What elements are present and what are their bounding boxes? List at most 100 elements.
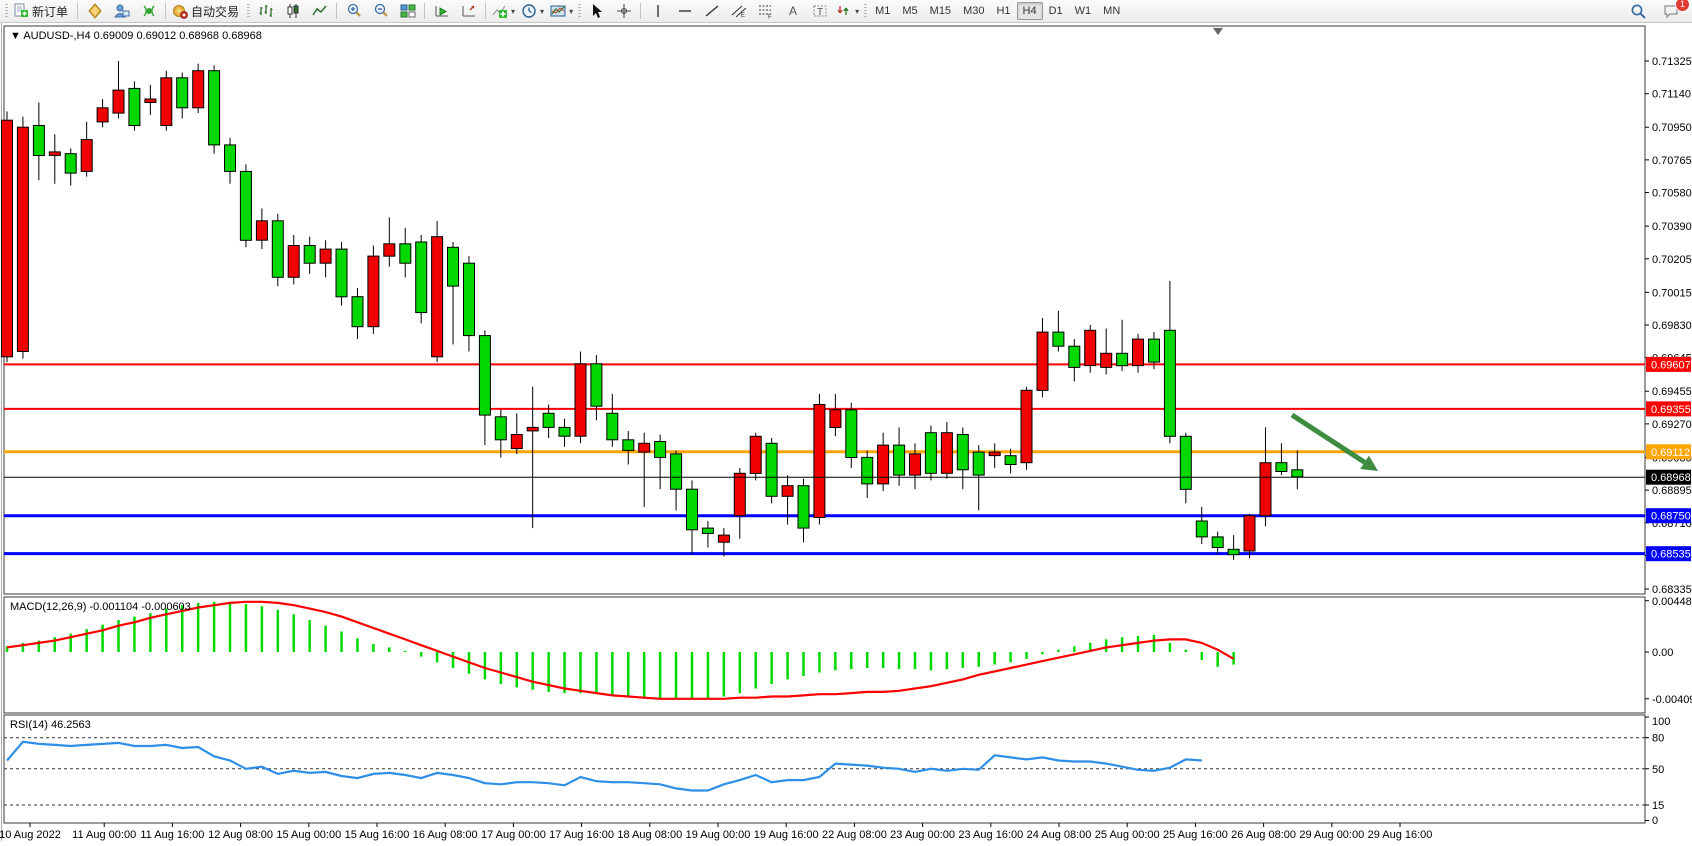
horizontal-line-icon xyxy=(677,3,693,19)
toolbar-separator xyxy=(77,3,78,19)
template-icon xyxy=(550,3,566,19)
data-window-button[interactable] xyxy=(135,1,162,22)
candlestick-mode-button[interactable] xyxy=(279,1,306,22)
notifications-button[interactable]: 1 xyxy=(1658,1,1685,22)
templates-button[interactable]: ▾ xyxy=(547,1,576,22)
vertical-line-tool-button[interactable] xyxy=(644,1,671,22)
time-tick-label: 10 Aug 2022 xyxy=(0,829,61,841)
fibonacci-tool-button[interactable]: F xyxy=(752,1,779,22)
chart-symbol-quote: ▼ AUDUSD-,H4 0.69009 0.69012 0.68968 0.6… xyxy=(10,30,262,42)
auto-scroll-button[interactable] xyxy=(428,1,455,22)
text-icon: A xyxy=(785,3,801,19)
cursor-tool-button[interactable] xyxy=(583,1,610,22)
svg-text:0.68968: 0.68968 xyxy=(1651,472,1691,484)
notification-badge: 1 xyxy=(1675,0,1690,12)
rsi-tick-label: 15 xyxy=(1652,800,1664,812)
timeframe-D1-button[interactable]: D1 xyxy=(1043,2,1069,20)
trendline-tool-button[interactable] xyxy=(698,1,725,22)
equidistant-channel-tool-button[interactable]: E xyxy=(725,1,752,22)
timeframe-M1-button[interactable]: M1 xyxy=(869,2,896,20)
timeframe-H4-button[interactable]: H4 xyxy=(1017,2,1043,20)
profiles-button[interactable] xyxy=(81,1,108,22)
timeframe-MN-button[interactable]: MN xyxy=(1097,2,1126,20)
rsi-tick-label: 80 xyxy=(1652,733,1664,745)
timeframe-M5-button[interactable]: M5 xyxy=(896,2,923,20)
crosshair-tool-button[interactable] xyxy=(610,1,637,22)
line-chart-mode-button[interactable] xyxy=(306,1,333,22)
horizontal-line-tool-button[interactable] xyxy=(671,1,698,22)
price-chart-canvas[interactable]: 0.713250.711400.709500.707650.705800.703… xyxy=(0,23,1692,846)
price-tick-label: 0.71325 xyxy=(1652,56,1692,68)
signal-icon xyxy=(141,3,157,19)
periods-dropdown-caret: ▾ xyxy=(540,7,544,16)
price-tick-label: 0.70205 xyxy=(1652,254,1692,266)
new-order-label: 新订单 xyxy=(32,3,68,20)
timeframe-W1-button[interactable]: W1 xyxy=(1069,2,1098,20)
zoom-in-button[interactable] xyxy=(340,1,367,22)
vertical-line-icon xyxy=(650,3,666,19)
market-watch-icon xyxy=(114,3,130,19)
price-tick-label: 0.68335 xyxy=(1652,584,1692,596)
time-tick-label: 26 Aug 08:00 xyxy=(1231,829,1296,841)
chart-window[interactable]: 0.713250.711400.709500.707650.705800.703… xyxy=(0,23,1692,846)
rsi-tick-label: 50 xyxy=(1652,764,1664,776)
toolbar-grip[interactable] xyxy=(247,4,250,18)
auto-trading-label: 自动交易 xyxy=(191,3,239,20)
zoom-in-icon xyxy=(346,3,362,19)
tile-windows-button[interactable] xyxy=(394,1,421,22)
time-tick-label: 15 Aug 16:00 xyxy=(345,829,410,841)
timeframe-M15-button[interactable]: M15 xyxy=(924,2,957,20)
timeframe-H1-button[interactable]: H1 xyxy=(990,2,1016,20)
svg-text:0.68750: 0.68750 xyxy=(1651,511,1691,523)
text-tool-button[interactable]: A xyxy=(779,1,806,22)
new-order-button[interactable]: 新订单 xyxy=(10,1,74,22)
svg-text:0.69355: 0.69355 xyxy=(1651,404,1691,416)
indicators-add-icon xyxy=(492,3,508,19)
price-tick-label: 0.70765 xyxy=(1652,155,1692,167)
time-tick-label: 19 Aug 00:00 xyxy=(686,829,751,841)
price-tick-label: 0.71140 xyxy=(1652,89,1691,101)
shapes-arrows-icon xyxy=(836,3,852,19)
svg-text:0.68535: 0.68535 xyxy=(1651,549,1691,561)
macd-tick-label: 0.004489 xyxy=(1652,596,1692,608)
toolbar-separator xyxy=(424,3,425,19)
svg-text:E: E xyxy=(741,13,745,19)
price-tick-label: 0.69830 xyxy=(1652,320,1692,332)
arrows-tool-button[interactable]: ▾ xyxy=(833,1,862,22)
toolbar-grip[interactable] xyxy=(578,4,581,18)
periods-button[interactable]: ▾ xyxy=(518,1,547,22)
auto-trading-button[interactable]: 自动交易 xyxy=(169,1,245,22)
time-tick-label: 11 Aug 00:00 xyxy=(72,829,136,841)
market-watch-button[interactable] xyxy=(108,1,135,22)
trendline-icon xyxy=(704,3,720,19)
indicators-button[interactable]: ▾ xyxy=(489,1,518,22)
toolbar-grip[interactable] xyxy=(5,4,8,18)
chart-shift-button[interactable] xyxy=(455,1,482,22)
svg-text:F: F xyxy=(768,15,772,20)
macd-tick-label: 0.00 xyxy=(1652,647,1673,659)
price-tick-label: 0.70950 xyxy=(1652,122,1692,134)
rsi-label: RSI(14) 46.2563 xyxy=(10,719,91,731)
timeframe-M30-button[interactable]: M30 xyxy=(957,2,990,20)
templates-dropdown-caret: ▾ xyxy=(569,7,573,16)
toolbar-grip[interactable] xyxy=(864,4,867,18)
bar-chart-icon xyxy=(258,3,274,19)
macd-pane[interactable] xyxy=(4,597,1645,713)
zoom-out-button[interactable] xyxy=(367,1,394,22)
search-button[interactable] xyxy=(1625,1,1652,22)
fibonacci-icon: F xyxy=(758,3,774,19)
text-label-tool-button[interactable]: T xyxy=(806,1,833,22)
auto-scroll-icon xyxy=(434,3,450,19)
rsi-tick-label: 0 xyxy=(1652,815,1658,827)
time-tick-label: 29 Aug 00:00 xyxy=(1299,829,1364,841)
price-tick-label: 0.70390 xyxy=(1652,221,1692,233)
timeframe-buttons: M1M5M15M30H1H4D1W1MN xyxy=(869,2,1126,20)
price-tick-label: 0.70015 xyxy=(1652,287,1692,299)
line-chart-icon xyxy=(312,3,328,19)
toolbar-separator xyxy=(640,3,641,19)
bar-chart-mode-button[interactable] xyxy=(252,1,279,22)
macd-label: MACD(12,26,9) -0.001104 -0.000603 xyxy=(10,601,191,613)
channel-icon: E xyxy=(731,3,747,19)
svg-text:0.69607: 0.69607 xyxy=(1651,359,1691,371)
toolbar-separator xyxy=(165,3,166,19)
